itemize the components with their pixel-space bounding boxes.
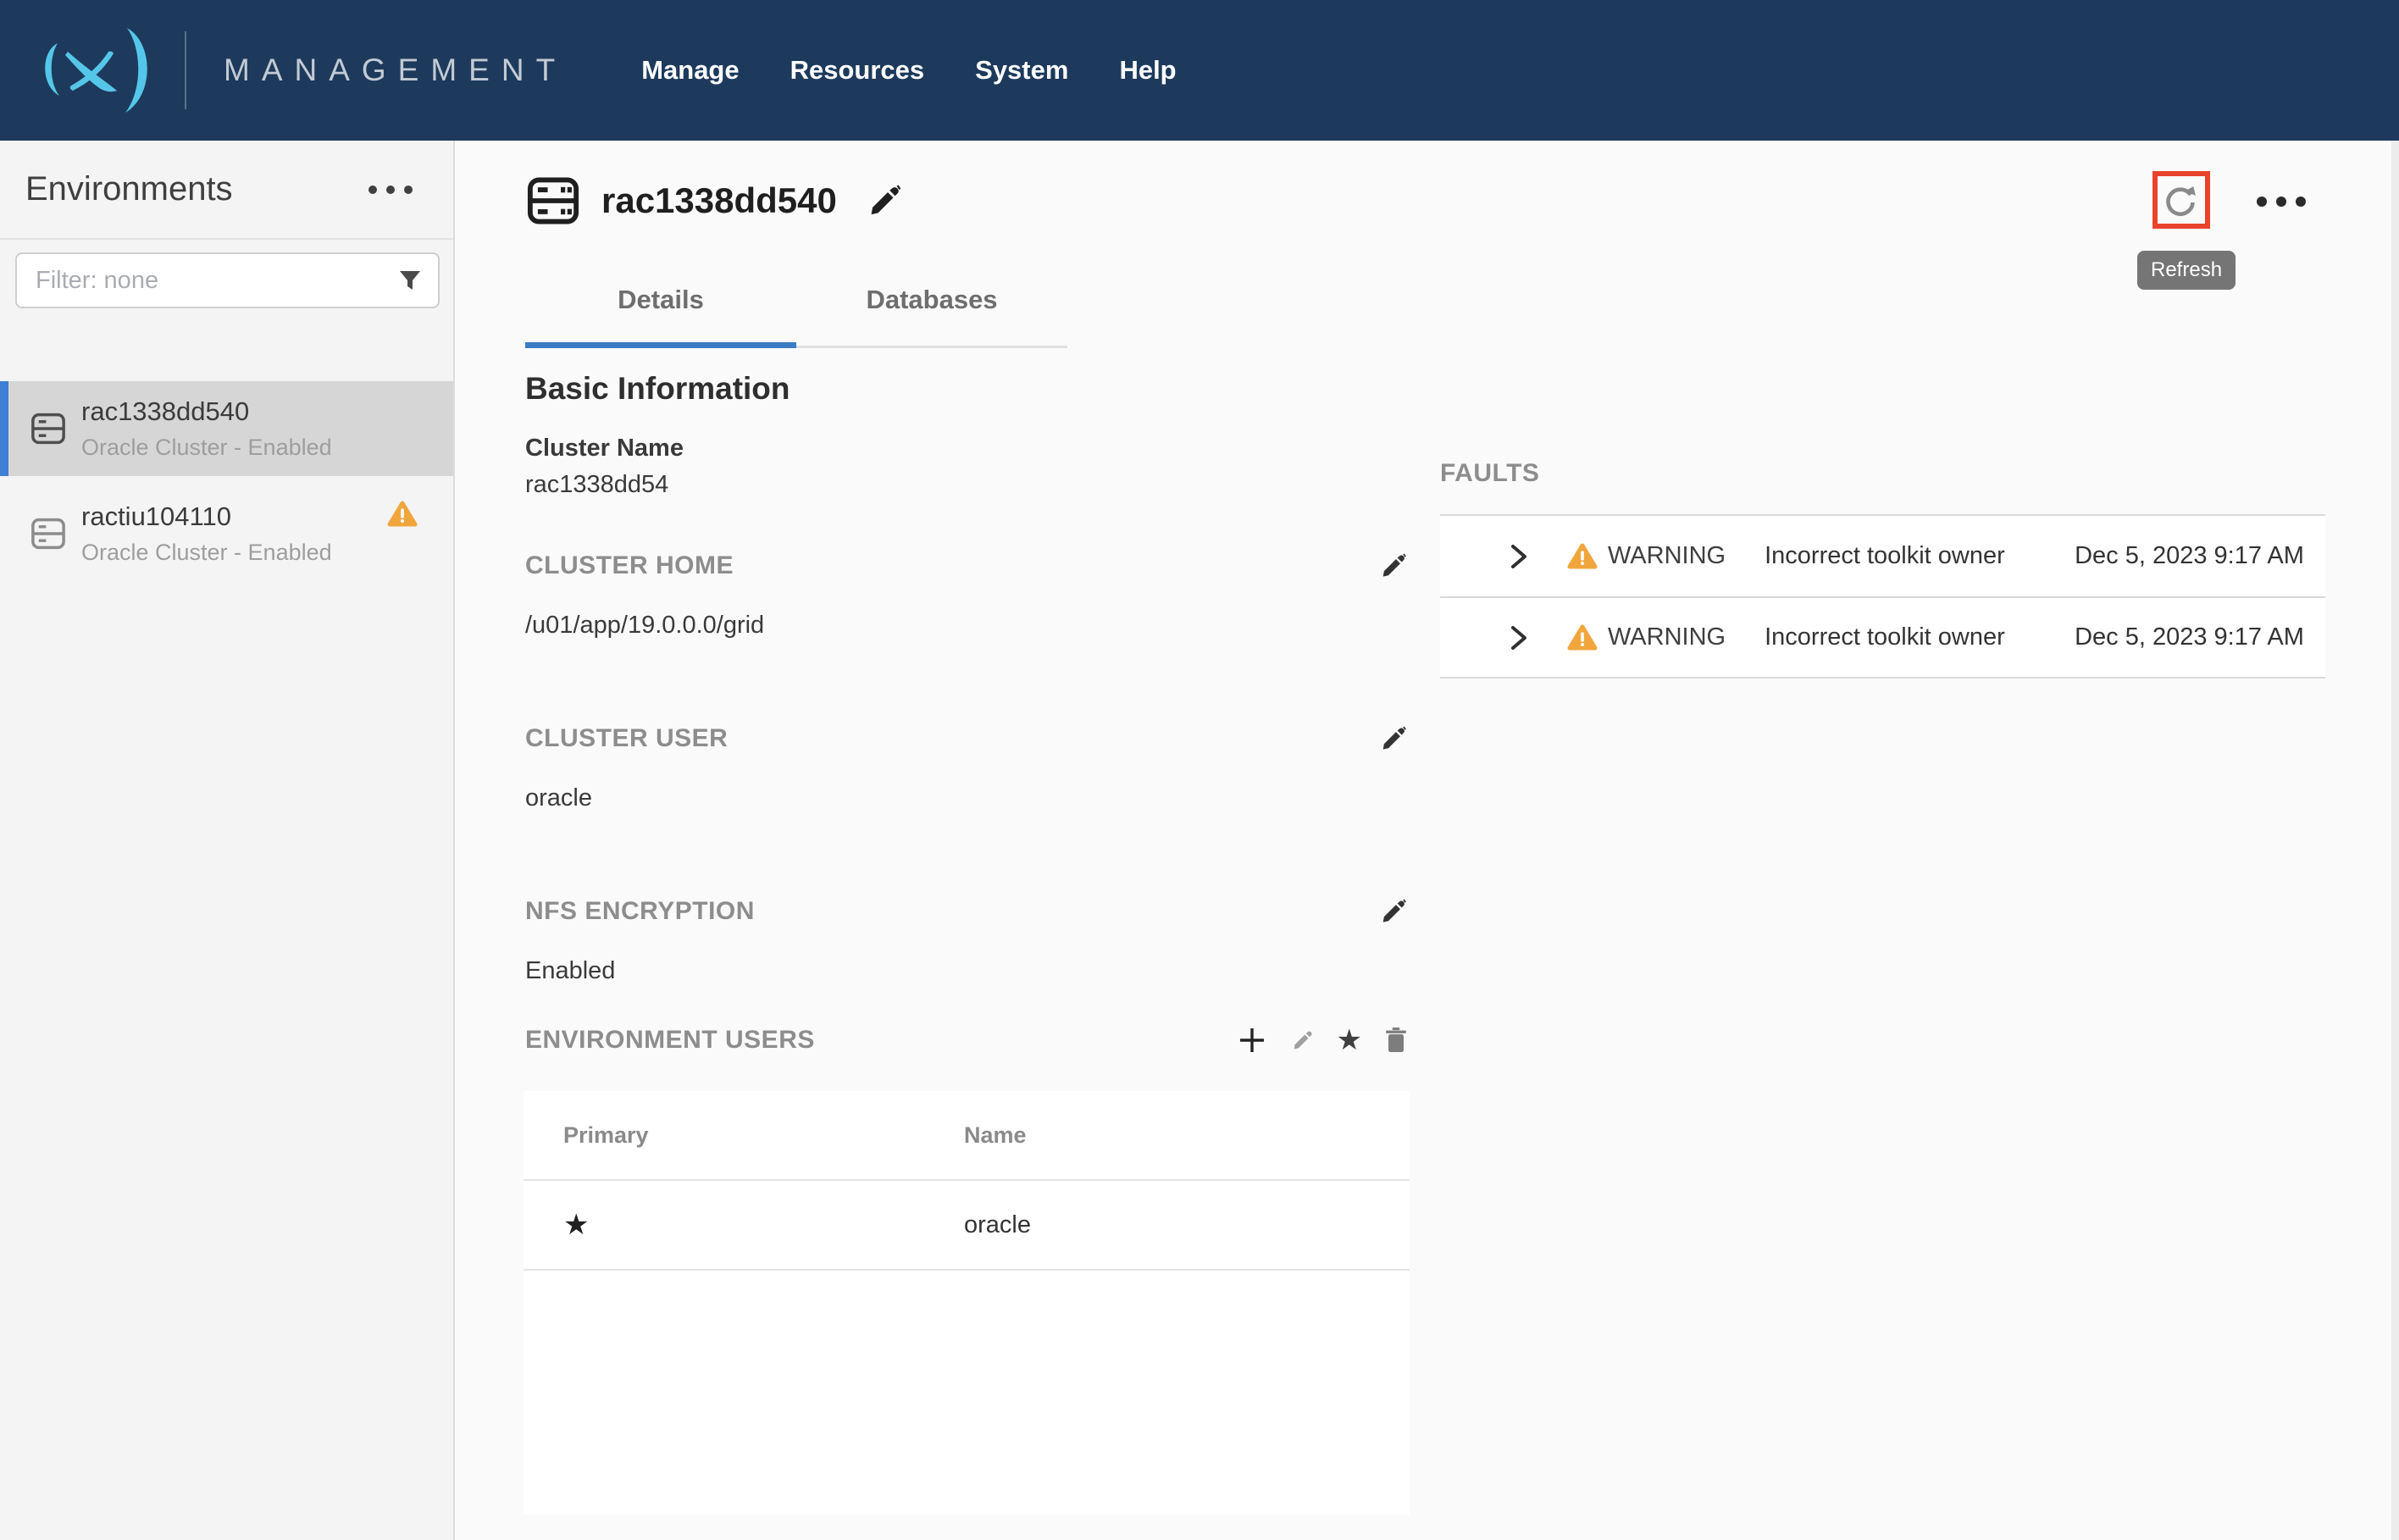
sidebar-item-ractiu104110[interactable]: ractiu104110 Oracle Cluster - Enabled — [0, 486, 453, 581]
sidebar-title: Environments — [25, 170, 233, 208]
edit-user-pencil-icon[interactable] — [1289, 1028, 1315, 1053]
nfs-encryption-value: Enabled — [525, 957, 615, 985]
delphix-logo-icon[interactable] — [25, 19, 169, 121]
main-menu: Manage Resources System Help — [641, 55, 1176, 86]
env-item-status: Oracle Cluster - Enabled — [81, 540, 332, 566]
server-icon — [30, 413, 66, 445]
filter-box — [15, 252, 440, 308]
active-tab-indicator — [525, 342, 796, 348]
menu-item-help[interactable]: Help — [1119, 55, 1176, 86]
sidebar-header: Environments — [0, 141, 453, 240]
edit-cluster-home-pencil-icon[interactable] — [1377, 551, 1408, 581]
cluster-name-label: Cluster Name — [525, 435, 684, 463]
refresh-button[interactable] — [2152, 171, 2210, 229]
fault-date: Dec 5, 2023 9:17 AM — [2075, 542, 2304, 570]
filter-input[interactable] — [17, 267, 397, 295]
sidebar-item-rac1338dd540[interactable]: rac1338dd540 Oracle Cluster - Enabled — [0, 381, 453, 476]
column-header-primary: Primary — [524, 1122, 964, 1149]
navbar-divider — [185, 31, 186, 109]
nfs-encryption-row: NFS ENCRYPTION — [525, 896, 1408, 927]
cluster-home-row: CLUSTER HOME — [525, 551, 1408, 581]
env-item-status: Oracle Cluster - Enabled — [81, 435, 332, 461]
main-content: rac1338dd540 Refresh Details Databases B… — [455, 141, 2399, 1540]
fault-date: Dec 5, 2023 9:17 AM — [2075, 623, 2304, 651]
fault-row[interactable]: WARNING Incorrect toolkit owner Dec 5, 2… — [1440, 596, 2325, 679]
faults-list: WARNING Incorrect toolkit owner Dec 5, 2… — [1440, 514, 2325, 679]
environment-more-menu-icon[interactable] — [2257, 197, 2306, 207]
funnel-icon[interactable] — [397, 268, 423, 293]
chevron-right-icon[interactable] — [1510, 624, 1528, 651]
edit-name-pencil-icon[interactable] — [864, 181, 903, 220]
fault-title: Incorrect toolkit owner — [1765, 623, 2044, 651]
nfs-encryption-label: NFS ENCRYPTION — [525, 897, 755, 926]
server-icon — [527, 176, 579, 225]
environment-users-label: ENVIRONMENT USERS — [525, 1026, 815, 1055]
fault-severity: WARNING — [1608, 542, 1726, 570]
tab-databases[interactable]: Databases — [796, 285, 1067, 346]
env-item-text: rac1338dd540 Oracle Cluster - Enabled — [81, 396, 332, 461]
environment-users-table: Primary Name ★ oracle — [524, 1091, 1410, 1515]
env-item-text: ractiu104110 Oracle Cluster - Enabled — [81, 501, 332, 566]
warning-triangle-icon — [1567, 623, 1598, 651]
menu-item-manage[interactable]: Manage — [641, 55, 739, 86]
tab-details[interactable]: Details — [525, 285, 796, 346]
users-table-header: Primary Name — [524, 1091, 1410, 1181]
column-header-name: Name — [964, 1122, 1410, 1149]
environments-sidebar: Environments rac1338dd540 Oracle Cluster… — [0, 141, 455, 1540]
primary-star-indicator: ★ — [524, 1208, 964, 1242]
chevron-right-icon[interactable] — [1510, 543, 1528, 570]
cluster-home-label: CLUSTER HOME — [525, 551, 734, 580]
warning-triangle-icon — [387, 500, 418, 528]
server-icon — [30, 518, 66, 550]
edit-cluster-user-pencil-icon[interactable] — [1377, 723, 1408, 754]
cluster-user-value: oracle — [525, 784, 592, 812]
sidebar-more-menu-icon[interactable] — [368, 186, 413, 194]
user-table-row[interactable]: ★ oracle — [524, 1181, 1410, 1271]
page-title: rac1338dd540 — [601, 180, 837, 221]
menu-item-system[interactable]: System — [975, 55, 1068, 86]
brand-title: MANAGEMENT — [224, 53, 567, 88]
edit-nfs-encryption-pencil-icon[interactable] — [1377, 896, 1408, 927]
scrollbar[interactable] — [2391, 141, 2399, 1540]
cluster-name-value: rac1338dd54 — [525, 471, 684, 499]
fault-severity: WARNING — [1608, 623, 1726, 651]
cluster-name-field: Cluster Name rac1338dd54 — [525, 435, 684, 499]
add-user-plus-icon[interactable] — [1237, 1025, 1267, 1055]
warning-triangle-icon — [1567, 542, 1598, 570]
delete-user-trash-icon[interactable] — [1384, 1027, 1408, 1054]
fault-title: Incorrect toolkit owner — [1765, 542, 2044, 570]
top-navbar: MANAGEMENT Manage Resources System Help — [0, 0, 2399, 141]
env-item-name: ractiu104110 — [81, 501, 332, 532]
env-item-name: rac1338dd540 — [81, 396, 332, 427]
cluster-home-value: /u01/app/19.0.0.0/grid — [525, 612, 764, 640]
user-name-cell: oracle — [964, 1211, 1410, 1239]
cluster-user-row: CLUSTER USER — [525, 723, 1408, 754]
environment-users-toolbar: ★ — [1237, 1025, 1408, 1055]
tab-bar: Details Databases — [525, 285, 1067, 346]
fault-row[interactable]: WARNING Incorrect toolkit owner Dec 5, 2… — [1440, 514, 2325, 596]
basic-information-heading: Basic Information — [525, 371, 790, 407]
cluster-user-label: CLUSTER USER — [525, 724, 728, 753]
environment-users-header: ENVIRONMENT USERS ★ — [525, 1025, 1408, 1055]
refresh-tooltip: Refresh — [2137, 251, 2236, 290]
environment-header: rac1338dd540 — [527, 176, 903, 225]
faults-heading: FAULTS — [1440, 459, 1539, 488]
set-primary-star-icon[interactable]: ★ — [1337, 1026, 1362, 1055]
menu-item-resources[interactable]: Resources — [790, 55, 925, 86]
